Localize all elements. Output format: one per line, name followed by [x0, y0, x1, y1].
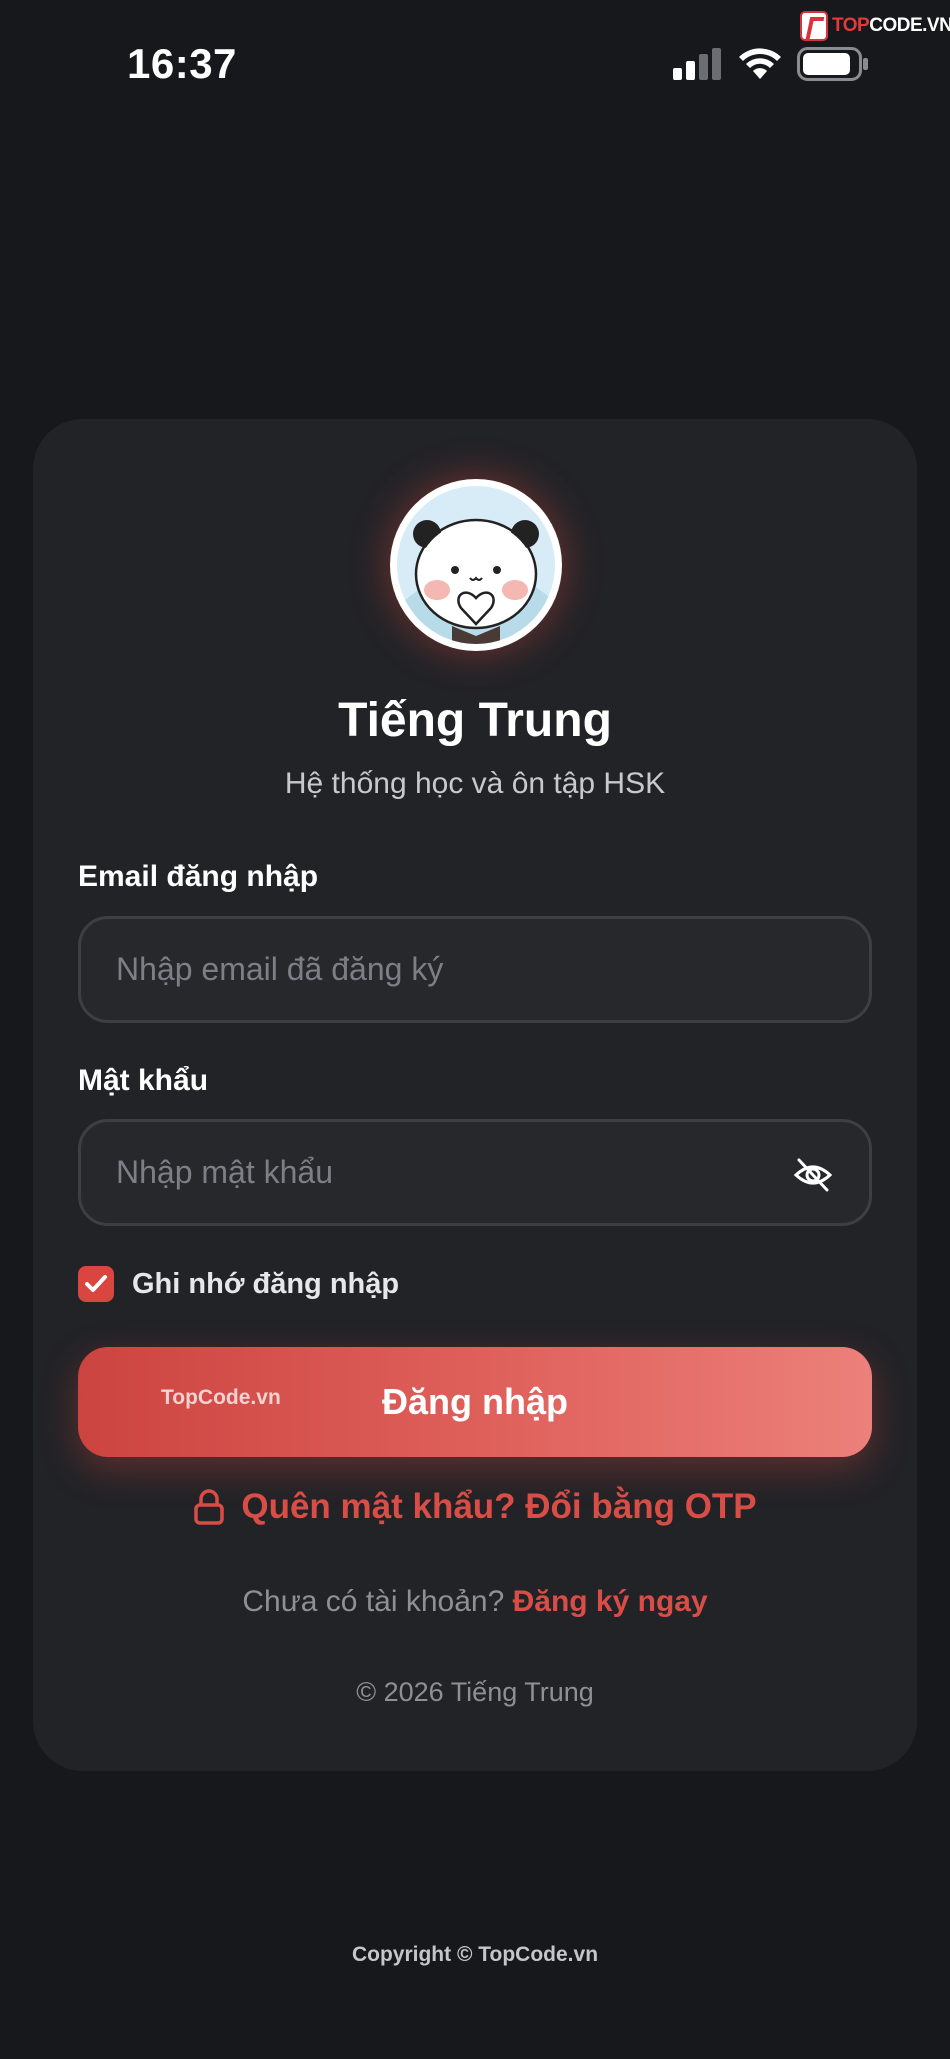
lock-icon [194, 1489, 225, 1525]
footer-copyright: Copyright © TopCode.vn [351, 1943, 599, 1966]
status-time: 16:37 [127, 40, 237, 87]
wifi-icon [739, 48, 781, 79]
email-input[interactable] [116, 951, 756, 988]
button-watermark: TopCode.vn [161, 1386, 281, 1409]
email-field-container [78, 916, 872, 1023]
signup-prompt: Chưa có tài khoản? [242, 1585, 513, 1618]
remember-checkbox[interactable] [78, 1266, 114, 1302]
card-copyright: © 2026 Tiếng Trung [356, 1677, 594, 1707]
login-screen: 16:37 TOPCODE.VN Tiếng Trung Hệ thống họ… [0, 0, 950, 2059]
topcode-watermark-text: TOPCODE.VN [832, 15, 950, 36]
login-button[interactable]: TopCode.vn Đăng nhập [78, 1347, 872, 1457]
forgot-password-label: Quên mật khẩu? Đổi bằng OTP [241, 1487, 757, 1526]
forgot-password-link[interactable]: Quên mật khẩu? Đổi bằng OTP [33, 1487, 917, 1527]
email-label: Email đăng nhập [78, 860, 319, 893]
battery-icon [797, 47, 868, 81]
cellular-signal-icon [673, 48, 721, 80]
password-field-container [78, 1119, 872, 1226]
remember-me[interactable]: Ghi nhớ đăng nhập [78, 1266, 399, 1302]
signup-row: Chưa có tài khoản? Đăng ký ngay [33, 1585, 917, 1619]
eye-off-icon[interactable] [793, 1155, 833, 1195]
app-title: Tiếng Trung [338, 694, 612, 747]
login-button-label: Đăng nhập [382, 1381, 568, 1422]
app-avatar [390, 479, 562, 651]
app-subtitle: Hệ thống học và ôn tập HSK [284, 767, 666, 800]
login-card: Tiếng Trung Hệ thống học và ôn tập HSK E… [33, 419, 917, 1771]
topcode-watermark: TOPCODE.VN [800, 9, 950, 43]
password-input[interactable] [116, 1154, 756, 1191]
password-label: Mật khẩu [78, 1064, 209, 1097]
status-bar: 16:37 TOPCODE.VN [0, 0, 950, 130]
check-icon [85, 1275, 107, 1292]
signup-link[interactable]: Đăng ký ngay [513, 1585, 708, 1618]
panda-mascot-icon [397, 486, 555, 644]
topcode-logo-icon [800, 11, 828, 41]
remember-label: Ghi nhớ đăng nhập [132, 1267, 400, 1300]
